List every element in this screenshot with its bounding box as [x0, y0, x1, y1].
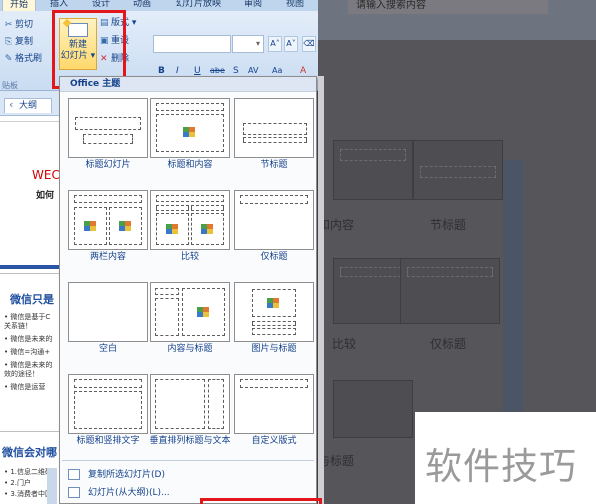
background-layout-card: [413, 140, 503, 200]
content-placeholder-icon: [183, 127, 197, 137]
clear-format-button[interactable]: ⌫: [302, 36, 316, 52]
layout-content-with-caption[interactable]: 内容与标题: [150, 282, 230, 370]
ribbon-tab-bar: 开始 插入 设计 动画 幻灯片放映 审阅 视图: [0, 0, 318, 11]
content-placeholder-icon: [84, 221, 98, 231]
content-placeholder-icon: [119, 221, 133, 231]
brush-icon: ✎: [4, 54, 13, 64]
layout-title-vertical-text[interactable]: 标题和竖排文字: [68, 374, 148, 462]
layout-custom[interactable]: 自定义版式: [234, 374, 314, 462]
scissors-icon: ✂: [4, 20, 13, 30]
slide-2-bullet: • 微信=沟通+: [4, 348, 51, 356]
layout-gallery-dropdown: Office 主题 标题幻灯片 标题和内容 节标题 两栏内容 比较 仅标题 空白…: [59, 76, 317, 504]
slide-3-title: 微信会对哪: [2, 446, 57, 459]
grow-font-button[interactable]: A˄: [268, 36, 282, 52]
underline-button[interactable]: U: [194, 66, 201, 76]
slide-2-bullet: • 微信是未来的: [4, 335, 53, 343]
layout-thumbnail: [234, 98, 314, 158]
slide-thumbnail-1[interactable]: WEC 如何: [0, 121, 60, 269]
panel-scrollbar[interactable]: [47, 468, 57, 504]
format-painter-button[interactable]: ✎ 格式刷: [4, 53, 42, 66]
strikethrough-button[interactable]: abe: [210, 66, 225, 75]
content-placeholder-icon: [201, 224, 215, 234]
slide-3-line: • 2.门户: [4, 479, 32, 487]
slide-1-title: WEC: [32, 168, 60, 182]
outline-slide-icon: [68, 487, 80, 498]
background-layout-card: [333, 140, 413, 200]
gallery-separator: [62, 460, 314, 461]
font-size-combo[interactable]: ▾: [232, 35, 264, 53]
copy-icon: ⎘: [4, 37, 13, 47]
slide-3-line: • 3.消费者中国: [4, 490, 53, 498]
layout-two-content[interactable]: 两栏内容: [68, 190, 148, 278]
content-placeholder-icon: [197, 307, 211, 317]
gallery-scrollbar[interactable]: [318, 76, 324, 504]
background-label: 比较: [332, 337, 357, 351]
shadow-button[interactable]: S: [233, 66, 239, 76]
layout-blank[interactable]: 空白: [68, 282, 148, 370]
layout-thumbnail: [150, 98, 230, 158]
slide-2-bullet: • 微信是运营: [4, 383, 46, 391]
layout-thumbnail: [150, 374, 230, 434]
slide-1-subtitle: 如何: [36, 191, 55, 201]
font-color-button[interactable]: A: [300, 66, 306, 76]
slide-2-bullet: 关系链！: [4, 322, 32, 330]
layout-thumbnail: [68, 190, 148, 250]
tab-review[interactable]: 审阅: [244, 0, 262, 11]
watermark-text: 软件技巧: [425, 445, 577, 488]
layout-thumbnail: [150, 282, 230, 342]
layout-thumbnail: [150, 190, 230, 250]
tab-animation[interactable]: 动画: [133, 0, 151, 11]
cut-button[interactable]: ✂ 剪切: [4, 19, 33, 32]
background-layout-card: [333, 380, 413, 438]
background-layout-card: [400, 258, 500, 324]
layout-section-header[interactable]: 节标题: [234, 98, 314, 186]
content-placeholder-icon: [166, 224, 180, 234]
shrink-font-button[interactable]: A˅: [284, 36, 298, 52]
slide-3-line: • 1.信息二维码: [4, 468, 53, 476]
picture-placeholder-icon: [267, 298, 281, 308]
slide-2-title: 微信只是: [10, 293, 54, 306]
watermark: 软件技巧: [415, 412, 596, 504]
tab-outline[interactable]: 大纲: [4, 98, 52, 113]
layout-comparison[interactable]: 比较: [150, 190, 230, 278]
duplicate-slide-menu-item[interactable]: 复制所选幻灯片(D): [62, 466, 314, 484]
slide-1-footer-bar: [0, 265, 60, 269]
font-name-combo[interactable]: [153, 35, 231, 53]
background-search-box: 请输入搜索内容: [348, 0, 548, 14]
clipboard-group-label: 贴板: [2, 81, 18, 90]
slides-outline-panel: 大纲 WEC 如何 微信只是 • 微信是基于C 关系链！ • 微信是未来的 • …: [0, 91, 60, 504]
layout-thumbnail: [234, 282, 314, 342]
slide-thumbnail-2[interactable]: 微信只是 • 微信是基于C 关系链！ • 微信是未来的 • 微信=沟通+ • 微…: [0, 273, 60, 418]
slide-2-bullet: 效的途径！: [4, 370, 39, 378]
background-label: 节标题: [430, 218, 467, 232]
gallery-header: Office 主题: [60, 77, 316, 92]
background-label: 仅标题: [430, 337, 467, 351]
highlight-box-menu: [200, 498, 322, 504]
bold-button[interactable]: B: [158, 66, 165, 76]
layout-thumbnail: [234, 190, 314, 250]
tab-slideshow[interactable]: 幻灯片放映: [176, 0, 221, 11]
duplicate-slide-icon: [68, 469, 80, 480]
char-spacing-button[interactable]: AV: [248, 66, 258, 75]
tab-home[interactable]: 开始: [2, 0, 36, 11]
layout-title-only[interactable]: 仅标题: [234, 190, 314, 278]
change-case-button[interactable]: Aa: [272, 66, 282, 75]
panel-tab-row: 大纲: [0, 91, 60, 116]
tab-view[interactable]: 视图: [286, 0, 304, 11]
layout-title-content[interactable]: 标题和内容: [150, 98, 230, 186]
layout-thumbnail: [68, 282, 148, 342]
layout-thumbnail: [68, 98, 148, 158]
layout-title-slide[interactable]: 标题幻灯片: [68, 98, 148, 186]
italic-button[interactable]: I: [176, 66, 179, 76]
layout-thumbnail: [68, 374, 148, 434]
layout-vertical-title-text[interactable]: 垂直排列标题与文本: [149, 374, 231, 462]
layout-thumbnail: [234, 374, 314, 434]
copy-button[interactable]: ⎘ 复制: [4, 36, 33, 49]
layout-picture-with-caption[interactable]: 图片与标题: [234, 282, 314, 370]
